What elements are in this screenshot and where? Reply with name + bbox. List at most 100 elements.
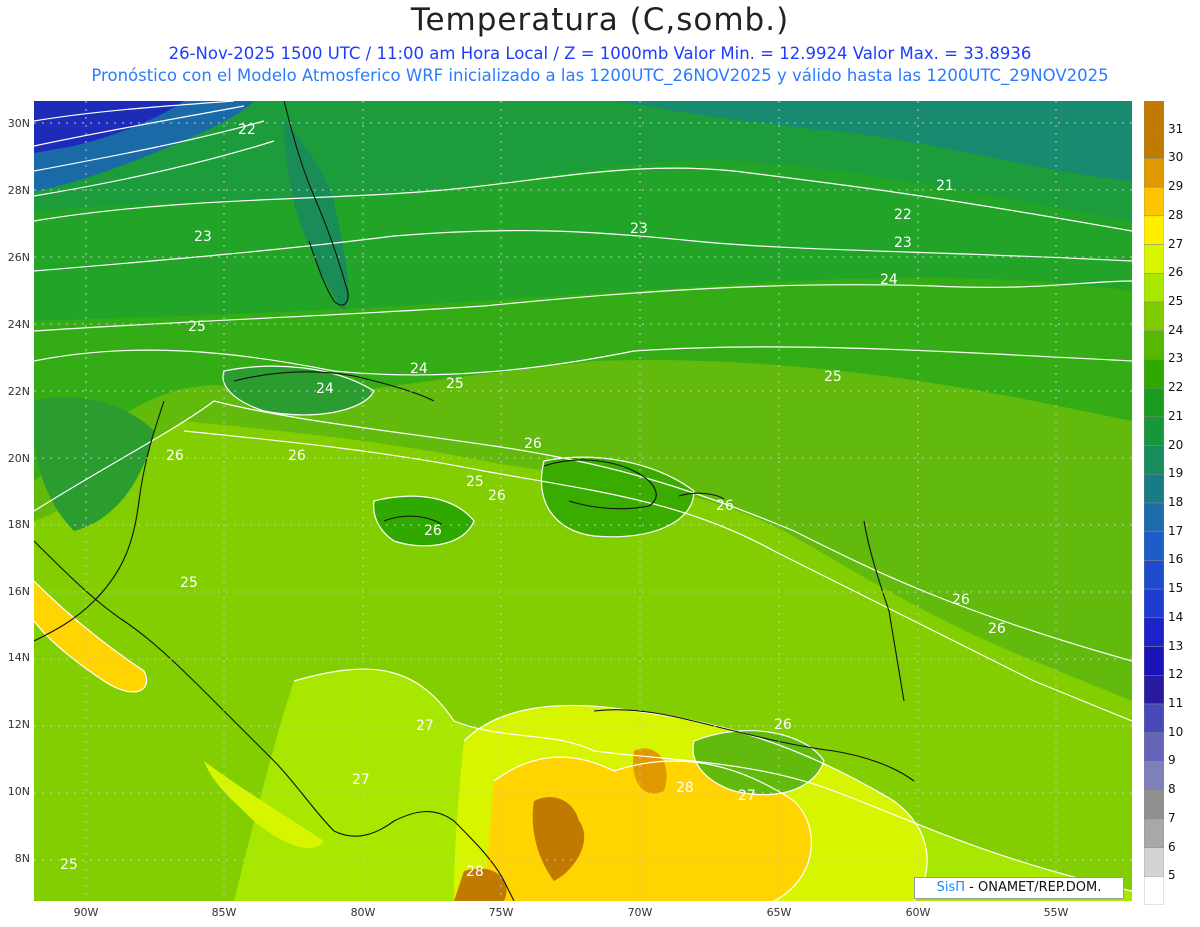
contour-label: 25: [60, 857, 78, 873]
contour-label: 23: [894, 235, 912, 251]
contour-label: 25: [446, 376, 464, 392]
lat-label: 20N: [7, 452, 30, 465]
lat-label: 30N: [7, 117, 30, 130]
colorbar-label: 10: [1168, 724, 1184, 739]
colorbar-label: 6: [1168, 839, 1176, 854]
contour-label: 26: [488, 488, 506, 504]
colorbar-swatch: [1144, 101, 1164, 130]
colorbar-swatch: [1144, 129, 1164, 159]
contour-label: 27: [738, 788, 756, 804]
contour-label: 24: [880, 272, 898, 288]
colorbar-swatch: [1144, 732, 1164, 762]
colorbar-label: 26: [1168, 265, 1184, 280]
colorbar-swatch: [1144, 876, 1164, 905]
contour-label: 23: [194, 229, 212, 245]
colorbar-label: 28: [1168, 207, 1184, 222]
colorbar: [1144, 101, 1164, 905]
colorbar-swatch: [1144, 244, 1164, 274]
colorbar-swatch: [1144, 847, 1164, 877]
lat-label: 12N: [7, 718, 30, 731]
contour-label: 26: [988, 621, 1006, 637]
colorbar-swatch: [1144, 445, 1164, 475]
lon-label: 65W: [766, 906, 792, 919]
colorbar-swatch: [1144, 703, 1164, 733]
credit-brand: SisΠ: [936, 880, 966, 895]
credit-box: SisΠ - ONAMET/REP.DOM.: [914, 877, 1124, 899]
colorbar-label: 20: [1168, 437, 1184, 452]
colorbar-label: 30: [1168, 150, 1184, 165]
map-title: Temperatura (C,somb.): [410, 2, 790, 38]
colorbar-swatch: [1144, 675, 1164, 705]
colorbar-swatch: [1144, 502, 1164, 532]
colorbar-swatch: [1144, 560, 1164, 590]
contour-label: 24: [410, 361, 428, 377]
contour-label: 21: [936, 178, 954, 194]
colorbar-label: 24: [1168, 322, 1184, 337]
lat-label: 26N: [7, 251, 30, 264]
colorbar-label: 31: [1168, 121, 1184, 136]
colorbar-label: 21: [1168, 408, 1184, 423]
colorbar-swatch: [1144, 646, 1164, 676]
lat-label: 16N: [7, 585, 30, 598]
contour-label: 25: [180, 575, 198, 591]
contour-label: 26: [524, 436, 542, 452]
colorbar-label: 29: [1168, 179, 1184, 194]
contour-label: 26: [716, 498, 734, 514]
lat-label: 10N: [7, 785, 30, 798]
colorbar-swatch: [1144, 387, 1164, 418]
colorbar-label: 25: [1168, 294, 1184, 308]
colorbar-label: 18: [1168, 495, 1184, 509]
colorbar-label: 5: [1168, 868, 1176, 883]
lon-label: 60W: [905, 906, 931, 919]
contour-label: 28: [676, 780, 694, 796]
contour-label: 23: [630, 221, 648, 237]
contour-label: 22: [894, 207, 912, 223]
lat-label: 14N: [7, 651, 30, 664]
colorbar-swatch: [1144, 416, 1164, 446]
colorbar-label: 15: [1168, 581, 1184, 596]
contour-label: 26: [424, 523, 442, 539]
contour-label: 26: [288, 448, 306, 464]
colorbar-label: 8: [1168, 782, 1176, 797]
colorbar-label: 14: [1168, 609, 1184, 624]
lon-label: 70W: [627, 906, 653, 919]
colorbar-swatch: [1144, 617, 1164, 647]
colorbar-label: 23: [1168, 351, 1184, 366]
colorbar-label: 27: [1168, 236, 1184, 251]
lon-label: 75W: [488, 906, 514, 919]
colorbar-swatch: [1144, 818, 1164, 848]
contour-label: 25: [188, 319, 206, 335]
colorbar-label: 12: [1168, 667, 1184, 682]
lon-label: 90W: [73, 906, 99, 919]
lat-label: 28N: [7, 184, 30, 197]
lat-label: 18N: [7, 518, 30, 531]
contour-label: 28: [466, 864, 484, 880]
colorbar-swatch: [1144, 273, 1164, 303]
map-subtitle-model: Pronóstico con el Modelo Atmosferico WRF…: [91, 66, 1109, 85]
colorbar-label: 13: [1168, 638, 1184, 653]
map-subtitle-time: 26-Nov-2025 1500 UTC / 11:00 am Hora Loc…: [168, 44, 1032, 63]
credit-text: - ONAMET/REP.DOM.: [965, 880, 1102, 895]
contour-label: 27: [352, 772, 370, 788]
colorbar-swatch: [1144, 158, 1164, 188]
lon-label: 80W: [350, 906, 376, 919]
lon-label: 55W: [1043, 906, 1069, 919]
colorbar-label: 11: [1168, 696, 1184, 710]
colorbar-swatch: [1144, 761, 1164, 791]
colorbar-label: 9: [1168, 753, 1176, 768]
contour-label: 25: [824, 369, 842, 385]
colorbar-label: 17: [1168, 523, 1184, 538]
lat-label: 22N: [7, 385, 30, 398]
colorbar-label: 7: [1168, 810, 1176, 825]
colorbar-swatch: [1144, 186, 1164, 217]
lat-label: 24N: [7, 318, 30, 331]
colorbar-swatch: [1144, 588, 1164, 619]
contour-label: 22: [238, 122, 256, 138]
temperature-map: 22 23 23 21 22 23 24 25 24 24 25 25 26 2…: [34, 101, 1132, 901]
contour-label: 25: [466, 474, 484, 490]
colorbar-label: 22: [1168, 380, 1184, 395]
colorbar-swatch: [1144, 359, 1164, 389]
colorbar-swatch: [1144, 330, 1164, 360]
contour-label: 26: [952, 592, 970, 608]
contour-label: 24: [316, 381, 334, 397]
